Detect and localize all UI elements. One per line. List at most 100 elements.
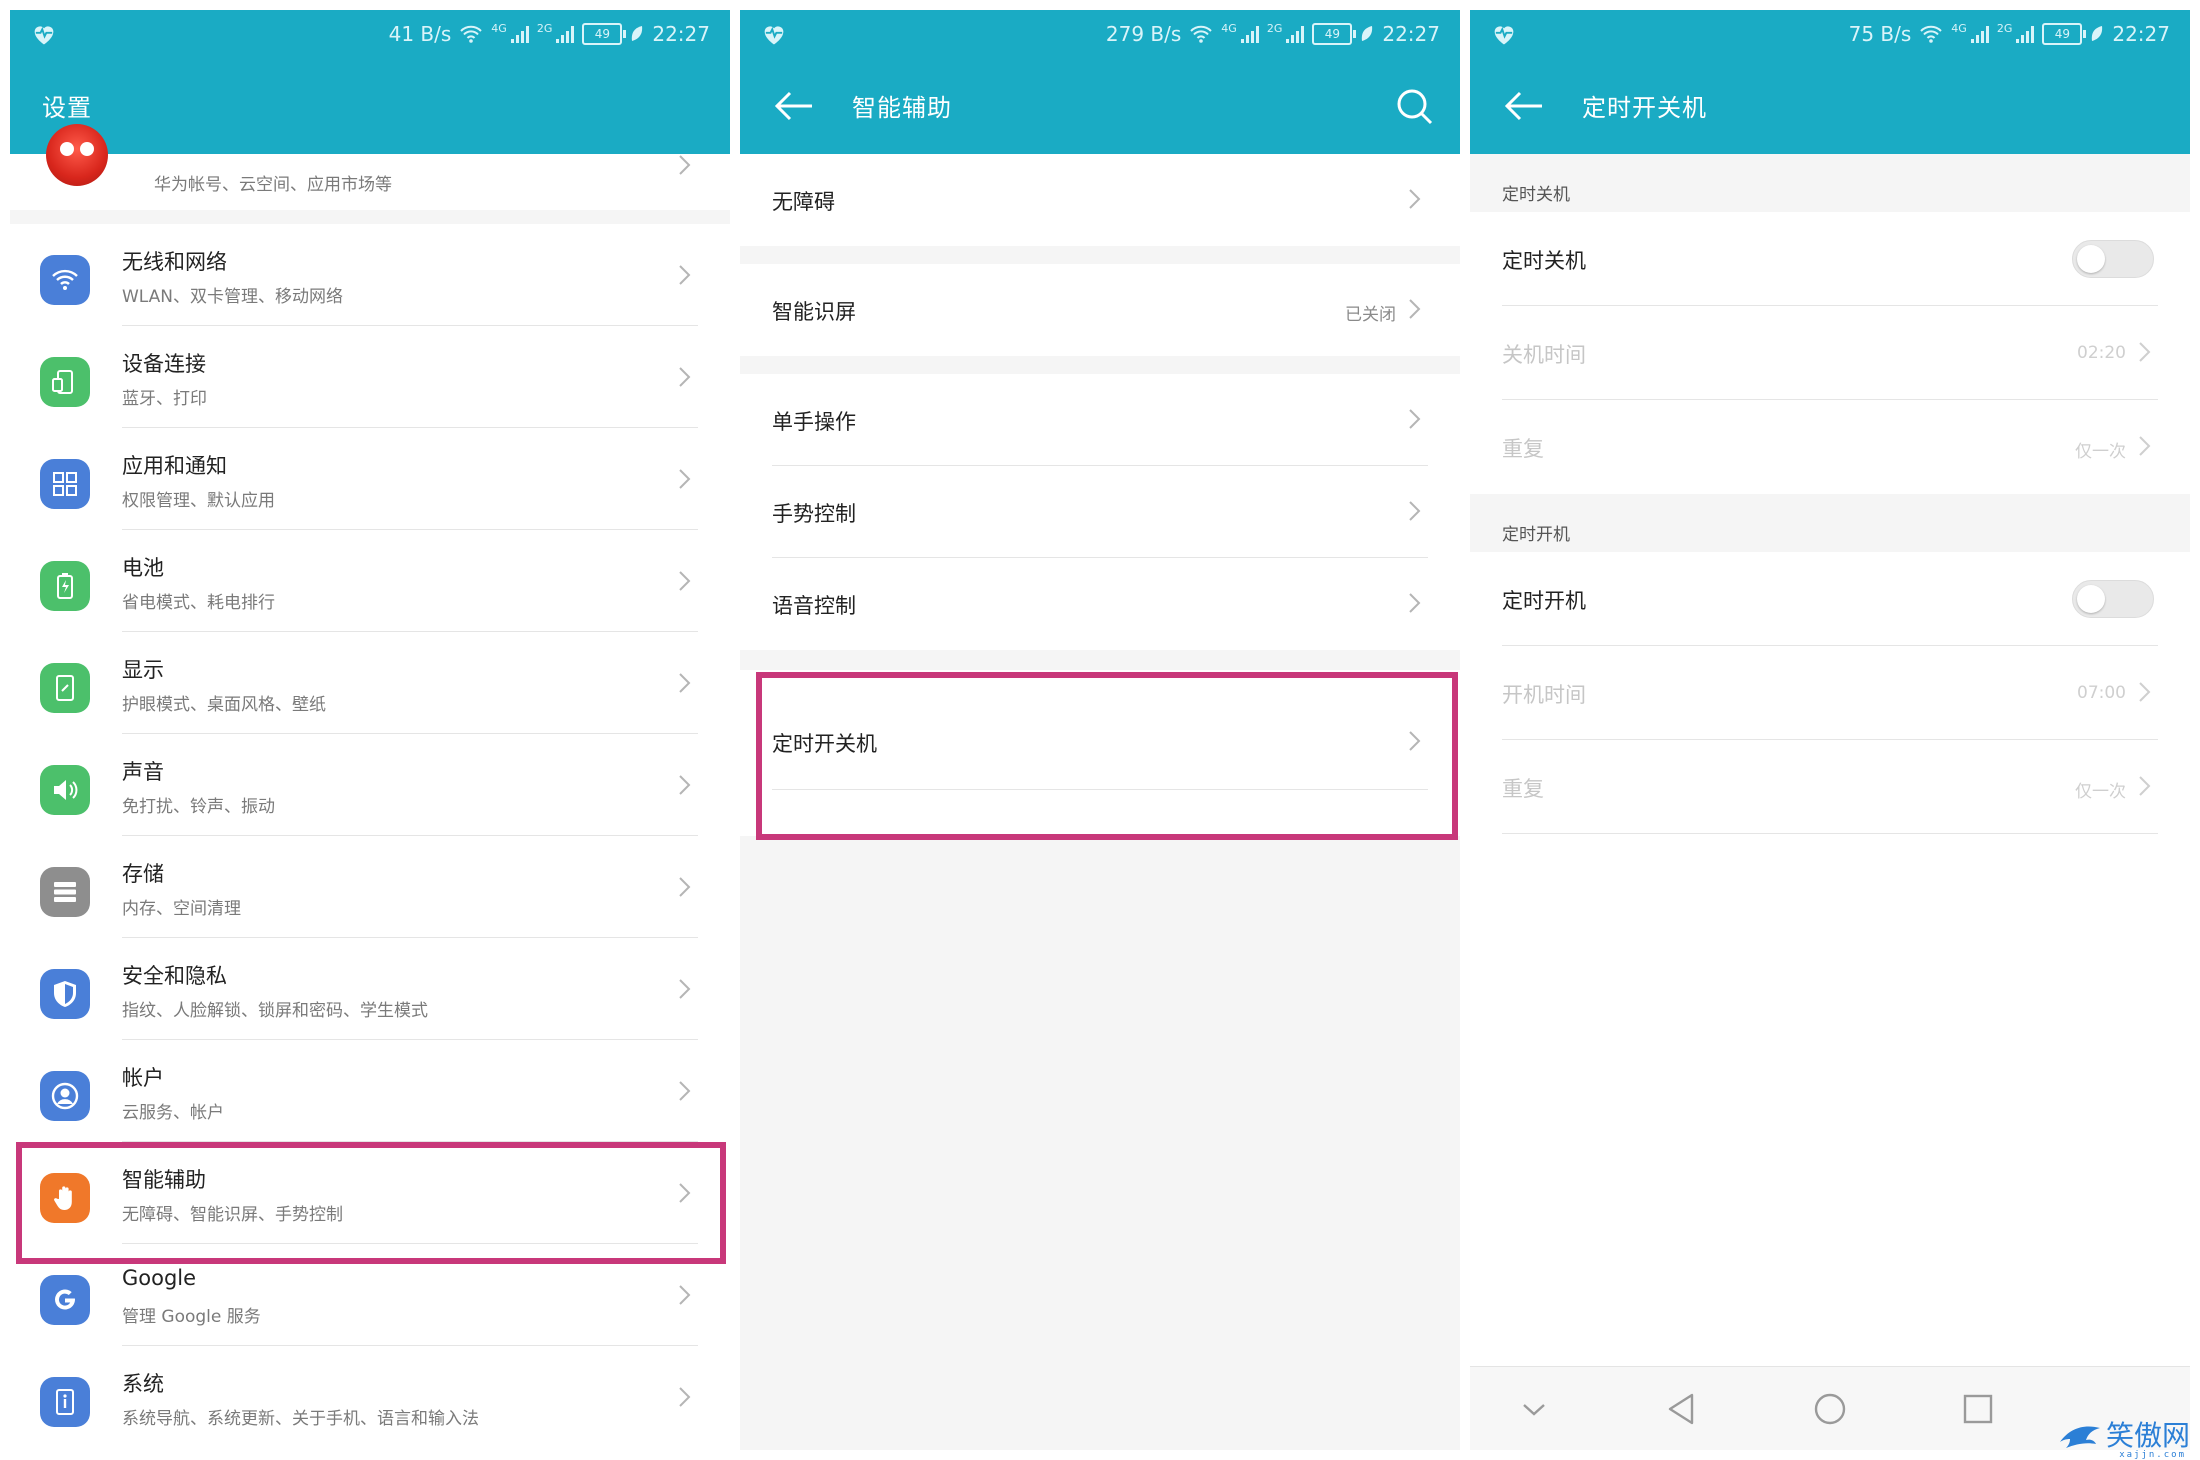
back-arrow-icon[interactable]: [774, 90, 814, 122]
settings-item-sound[interactable]: 声音 免打扰、铃声、振动: [10, 734, 730, 836]
settings-item-title: 安全和隐私: [122, 964, 227, 988]
wifi-status-icon: [460, 25, 483, 43]
scheduled-off-toggle[interactable]: [2072, 240, 2154, 278]
group-accessibility: 无障碍: [740, 154, 1460, 246]
settings-item-system[interactable]: 系统 系统导航、系统更新、关于手机、语言和输入法: [10, 1346, 730, 1448]
battery-status-icon: 49: [2042, 23, 2087, 45]
settings-item-security-privacy[interactable]: 安全和隐私 指纹、人脸解锁、锁屏和密码、学生模式: [10, 938, 730, 1040]
settings-list: 无线和网络 WLAN、双卡管理、移动网络 设备连接 蓝牙、打印 应用和通知 权限…: [10, 224, 730, 1450]
row-value: 07:00: [2077, 683, 2126, 703]
chevron-right-icon: [679, 877, 691, 897]
nav-home-icon[interactable]: [1806, 1385, 1854, 1433]
row-on-time: 开机时间 07:00: [1470, 646, 2190, 740]
chevron-right-icon: [679, 155, 691, 175]
search-icon[interactable]: [1394, 86, 1434, 126]
settings-item-google[interactable]: Google 管理 Google 服务: [10, 1244, 730, 1346]
hand-icon: [40, 1173, 90, 1223]
account-profile-row[interactable]: 华为帐号、云空间、应用市场等: [10, 124, 730, 210]
page-title: 定时开关机: [1582, 94, 1707, 122]
status-time: 22:27: [1382, 22, 1440, 46]
network-speed: 41 B/s: [388, 22, 452, 46]
settings-item-wireless[interactable]: 无线和网络 WLAN、双卡管理、移动网络: [10, 224, 730, 326]
page-title: 设置: [42, 94, 92, 122]
group-schedule: 定时开关机: [740, 670, 1460, 836]
avatar: [46, 124, 108, 186]
chevron-right-icon: [679, 367, 691, 387]
chevron-right-icon: [679, 469, 691, 489]
nav-back-icon[interactable]: [1658, 1385, 1706, 1433]
settings-item-apps-notifications[interactable]: 应用和通知 权限管理、默认应用: [10, 428, 730, 530]
chevron-right-icon: [679, 1081, 691, 1101]
settings-item-smart-assistance[interactable]: 智能辅助 无障碍、智能识屏、手势控制: [10, 1142, 730, 1244]
settings-item-subtitle: 省电模式、耗电排行: [122, 593, 275, 613]
row-value: 仅一次: [2075, 782, 2126, 802]
back-arrow-icon[interactable]: [1504, 90, 1544, 122]
smart-assistance-screen: 279 B/s 4G 2G 49 22:27 智能辅助 无障碍 智能识屏 已关闭: [740, 10, 1460, 1450]
settings-item-storage[interactable]: 存储 内存、空间清理: [10, 836, 730, 938]
chevron-down-icon[interactable]: [1510, 1385, 1558, 1433]
device-connect-icon: [40, 357, 90, 407]
settings-item-title: 显示: [122, 658, 164, 682]
sim2-network-tag: 2G: [536, 22, 553, 35]
power-saving-leaf-icon: [632, 26, 643, 41]
settings-item-subtitle: 蓝牙、打印: [122, 389, 207, 409]
settings-item-display[interactable]: 显示 护眼模式、桌面风格、壁纸: [10, 632, 730, 734]
battery-icon: [40, 561, 90, 611]
group-scheduled-on: 定时开机 开机时间 07:00 重复 仅一次: [1470, 552, 2190, 1366]
sim2-signal-icon: [2016, 25, 2035, 43]
battery-status-icon: 49: [582, 23, 627, 45]
chevron-right-icon: [1409, 409, 1421, 429]
watermark-domain: xajjn.com: [2119, 1450, 2186, 1460]
settings-item-title: 电池: [122, 556, 164, 580]
status-bar: 41 B/s 4G 2G 49 22:27: [10, 10, 730, 58]
nav-recents-icon[interactable]: [1954, 1385, 2002, 1433]
row-value: 已关闭: [1345, 305, 1396, 325]
row-smart-screen[interactable]: 智能识屏 已关闭: [740, 264, 1460, 356]
row-accessibility[interactable]: 无障碍: [740, 154, 1460, 246]
settings-item-account[interactable]: 帐户 云服务、帐户: [10, 1040, 730, 1142]
row-voice[interactable]: 语音控制: [740, 558, 1460, 650]
row-title: 重复: [1502, 437, 1544, 461]
site-watermark: 笑傲网 xajjn.com: [2058, 1414, 2190, 1460]
status-bar: 75 B/s 4G 2G 49 22:27: [1470, 10, 2190, 58]
row-one-hand[interactable]: 单手操作: [740, 374, 1460, 466]
row-scheduled-on[interactable]: 定时开机: [1470, 552, 2190, 646]
chevron-right-icon: [679, 571, 691, 591]
settings-item-title: 无线和网络: [122, 250, 227, 274]
profile-subtitle: 华为帐号、云空间、应用市场等: [154, 175, 392, 195]
settings-item-battery[interactable]: 电池 省电模式、耗电排行: [10, 530, 730, 632]
sim2-signal-icon: [556, 25, 575, 43]
power-saving-leaf-icon: [1362, 26, 1373, 41]
settings-item-title: 帐户: [122, 1066, 164, 1090]
row-title: 开机时间: [1502, 683, 1586, 707]
settings-item-subtitle: WLAN、双卡管理、移动网络: [122, 287, 344, 307]
settings-item-subtitle: 管理 Google 服务: [122, 1307, 261, 1327]
network-speed: 279 B/s: [1105, 22, 1182, 46]
settings-item-subtitle: 内存、空间清理: [122, 899, 241, 919]
row-gesture[interactable]: 手势控制: [740, 466, 1460, 558]
settings-item-subtitle: 系统导航、系统更新、关于手机、语言和输入法: [122, 1409, 479, 1429]
speaker-icon: [40, 765, 90, 815]
chevron-right-icon: [1409, 189, 1421, 209]
storage-icon: [40, 867, 90, 917]
display-icon: [40, 663, 90, 713]
row-title: 无障碍: [772, 190, 835, 214]
row-off-time: 关机时间 02:20: [1470, 306, 2190, 400]
settings-item-title: 声音: [122, 760, 164, 784]
settings-item-device-connection[interactable]: 设备连接 蓝牙、打印: [10, 326, 730, 428]
row-title: 定时开关机: [772, 732, 877, 756]
status-time: 22:27: [652, 22, 710, 46]
settings-item-title: 系统: [122, 1372, 164, 1396]
row-off-repeat: 重复 仅一次: [1470, 400, 2190, 494]
app-bar: 智能辅助: [740, 58, 1460, 154]
divider: [772, 789, 1428, 790]
apps-grid-icon: [40, 459, 90, 509]
settings-item-title: 应用和通知: [122, 454, 227, 478]
row-scheduled-off[interactable]: 定时关机: [1470, 212, 2190, 306]
scheduled-on-toggle[interactable]: [2072, 580, 2154, 618]
row-schedule-power[interactable]: 定时开关机: [740, 694, 1460, 790]
wifi-status-icon: [1920, 25, 1943, 43]
row-on-repeat: 重复 仅一次: [1470, 740, 2190, 834]
row-value: 02:20: [2077, 343, 2126, 363]
watermark-text: 笑傲网: [2105, 1419, 2190, 1452]
